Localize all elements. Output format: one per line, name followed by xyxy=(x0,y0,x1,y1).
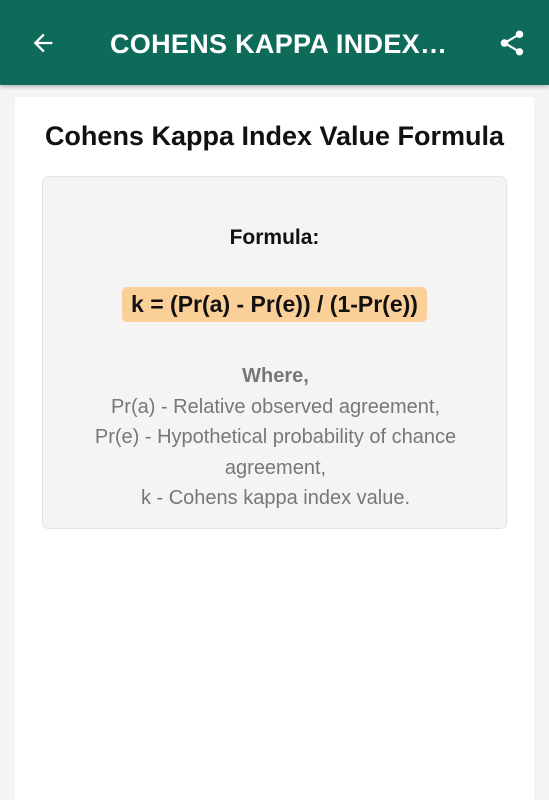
where-title: Where, xyxy=(242,365,309,387)
share-icon xyxy=(500,30,524,56)
definitions-block: Where, Pr(a) - Relative observed agreeme… xyxy=(63,361,488,514)
app-bar: COHENS KAPPA INDEX… xyxy=(0,0,549,85)
formula-card: Formula: k = (Pr(a) - Pr(e)) / (1-Pr(e))… xyxy=(42,176,507,529)
back-button[interactable] xyxy=(24,24,62,62)
formula-container: k = (Pr(a) - Pr(e)) / (1-Pr(e)) xyxy=(43,287,506,322)
definition-pr-e: Pr(e) - Hypothetical probability of chan… xyxy=(94,426,457,479)
definition-k: k - Cohens kappa index value. xyxy=(140,487,411,509)
app-bar-title: COHENS KAPPA INDEX… xyxy=(110,29,448,59)
page-title: Cohens Kappa Index Value Formula xyxy=(44,121,505,151)
definition-pr-a: Pr(a) - Relative observed agreement, xyxy=(110,395,441,418)
formula-expression: k = (Pr(a) - Pr(e)) / (1-Pr(e)) xyxy=(122,287,427,322)
content-page: Cohens Kappa Index Value Formula Formula… xyxy=(15,97,534,800)
share-button[interactable] xyxy=(493,24,531,62)
arrow-left-icon xyxy=(33,33,53,53)
formula-label: Formula: xyxy=(229,226,320,249)
